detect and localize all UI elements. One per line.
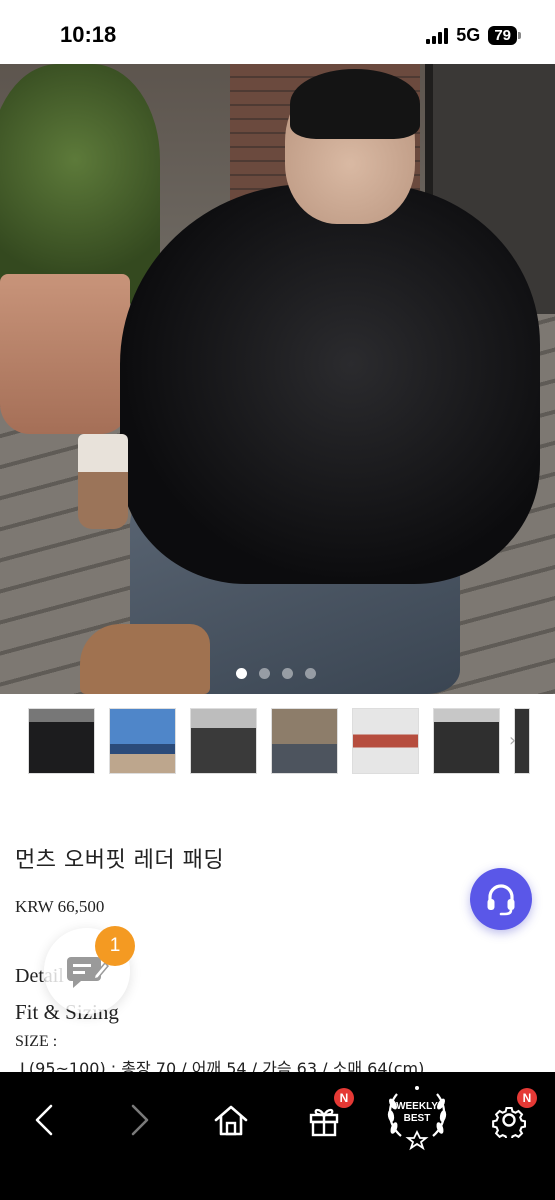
weekly-best-label-line2: BEST bbox=[403, 1113, 431, 1124]
product-title: 먼츠 오버핏 레더 패딩 bbox=[15, 848, 225, 873]
thumbnail-strip bbox=[28, 708, 530, 774]
forward-arrow-icon bbox=[131, 1104, 149, 1136]
network-label: 5G bbox=[456, 25, 481, 45]
home-icon bbox=[214, 1105, 248, 1136]
bottom-navigation: N WEEKLY BEST N bbox=[0, 1072, 555, 1200]
chat-badge: 1 bbox=[95, 926, 135, 966]
size-label: SIZE : bbox=[15, 1033, 58, 1050]
carousel-dot-3[interactable] bbox=[282, 668, 293, 679]
status-bar: 10:18 5G 79 bbox=[0, 0, 555, 64]
product-main-image[interactable] bbox=[0, 64, 555, 694]
battery-icon: 79 bbox=[488, 26, 521, 45]
weekly-best-label-line1: WEEKLY bbox=[396, 1101, 438, 1112]
carousel-dot-2[interactable] bbox=[259, 668, 270, 679]
headset-icon bbox=[487, 884, 515, 916]
battery-level: 79 bbox=[494, 27, 511, 44]
customer-support-button[interactable] bbox=[470, 868, 532, 930]
gift-icon bbox=[309, 1108, 339, 1137]
back-arrow-icon bbox=[35, 1104, 53, 1136]
weekly-best-button[interactable]: WEEKLY BEST bbox=[383, 1080, 451, 1152]
thumbnail-next-icon[interactable]: › bbox=[509, 730, 516, 751]
gear-icon bbox=[492, 1106, 527, 1138]
back-button[interactable] bbox=[16, 1090, 76, 1150]
forward-button[interactable] bbox=[108, 1090, 168, 1150]
signal-icon bbox=[426, 27, 449, 44]
status-indicators: 5G 79 bbox=[426, 25, 521, 46]
settings-new-badge: N bbox=[517, 1088, 537, 1108]
gift-new-badge: N bbox=[334, 1088, 354, 1108]
thumbnail-5[interactable] bbox=[352, 708, 419, 774]
thumbnail-4[interactable] bbox=[271, 708, 338, 774]
status-time: 10:18 bbox=[60, 22, 117, 47]
carousel-dot-4[interactable] bbox=[305, 668, 316, 679]
thumbnail-2[interactable] bbox=[109, 708, 176, 774]
home-button[interactable] bbox=[201, 1090, 261, 1150]
product-price: KRW 66,500 bbox=[15, 897, 105, 916]
thumbnail-6[interactable] bbox=[433, 708, 500, 774]
thumbnail-7[interactable] bbox=[514, 708, 530, 774]
thumbnail-1[interactable] bbox=[28, 708, 95, 774]
carousel-dot-1[interactable] bbox=[236, 668, 247, 679]
carousel-dots bbox=[236, 668, 316, 679]
thumbnail-3[interactable] bbox=[190, 708, 257, 774]
